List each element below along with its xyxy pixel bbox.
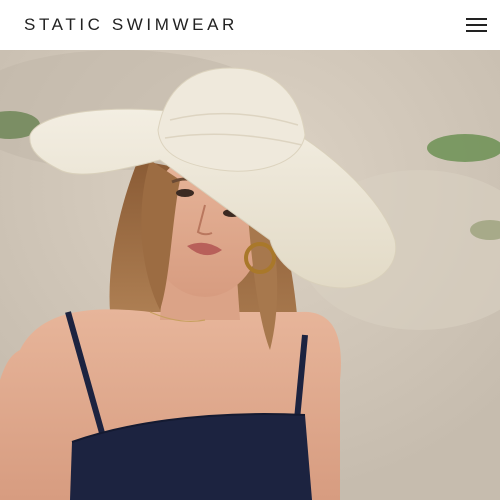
hero-image (0, 50, 500, 500)
hero-photo-illustration (0, 50, 500, 500)
foliage-right (427, 134, 500, 162)
site-header: STATIC SWIMWEAR (0, 0, 500, 50)
hamburger-menu-icon[interactable] (464, 13, 488, 37)
brand-logo[interactable]: STATIC SWIMWEAR (24, 14, 238, 36)
